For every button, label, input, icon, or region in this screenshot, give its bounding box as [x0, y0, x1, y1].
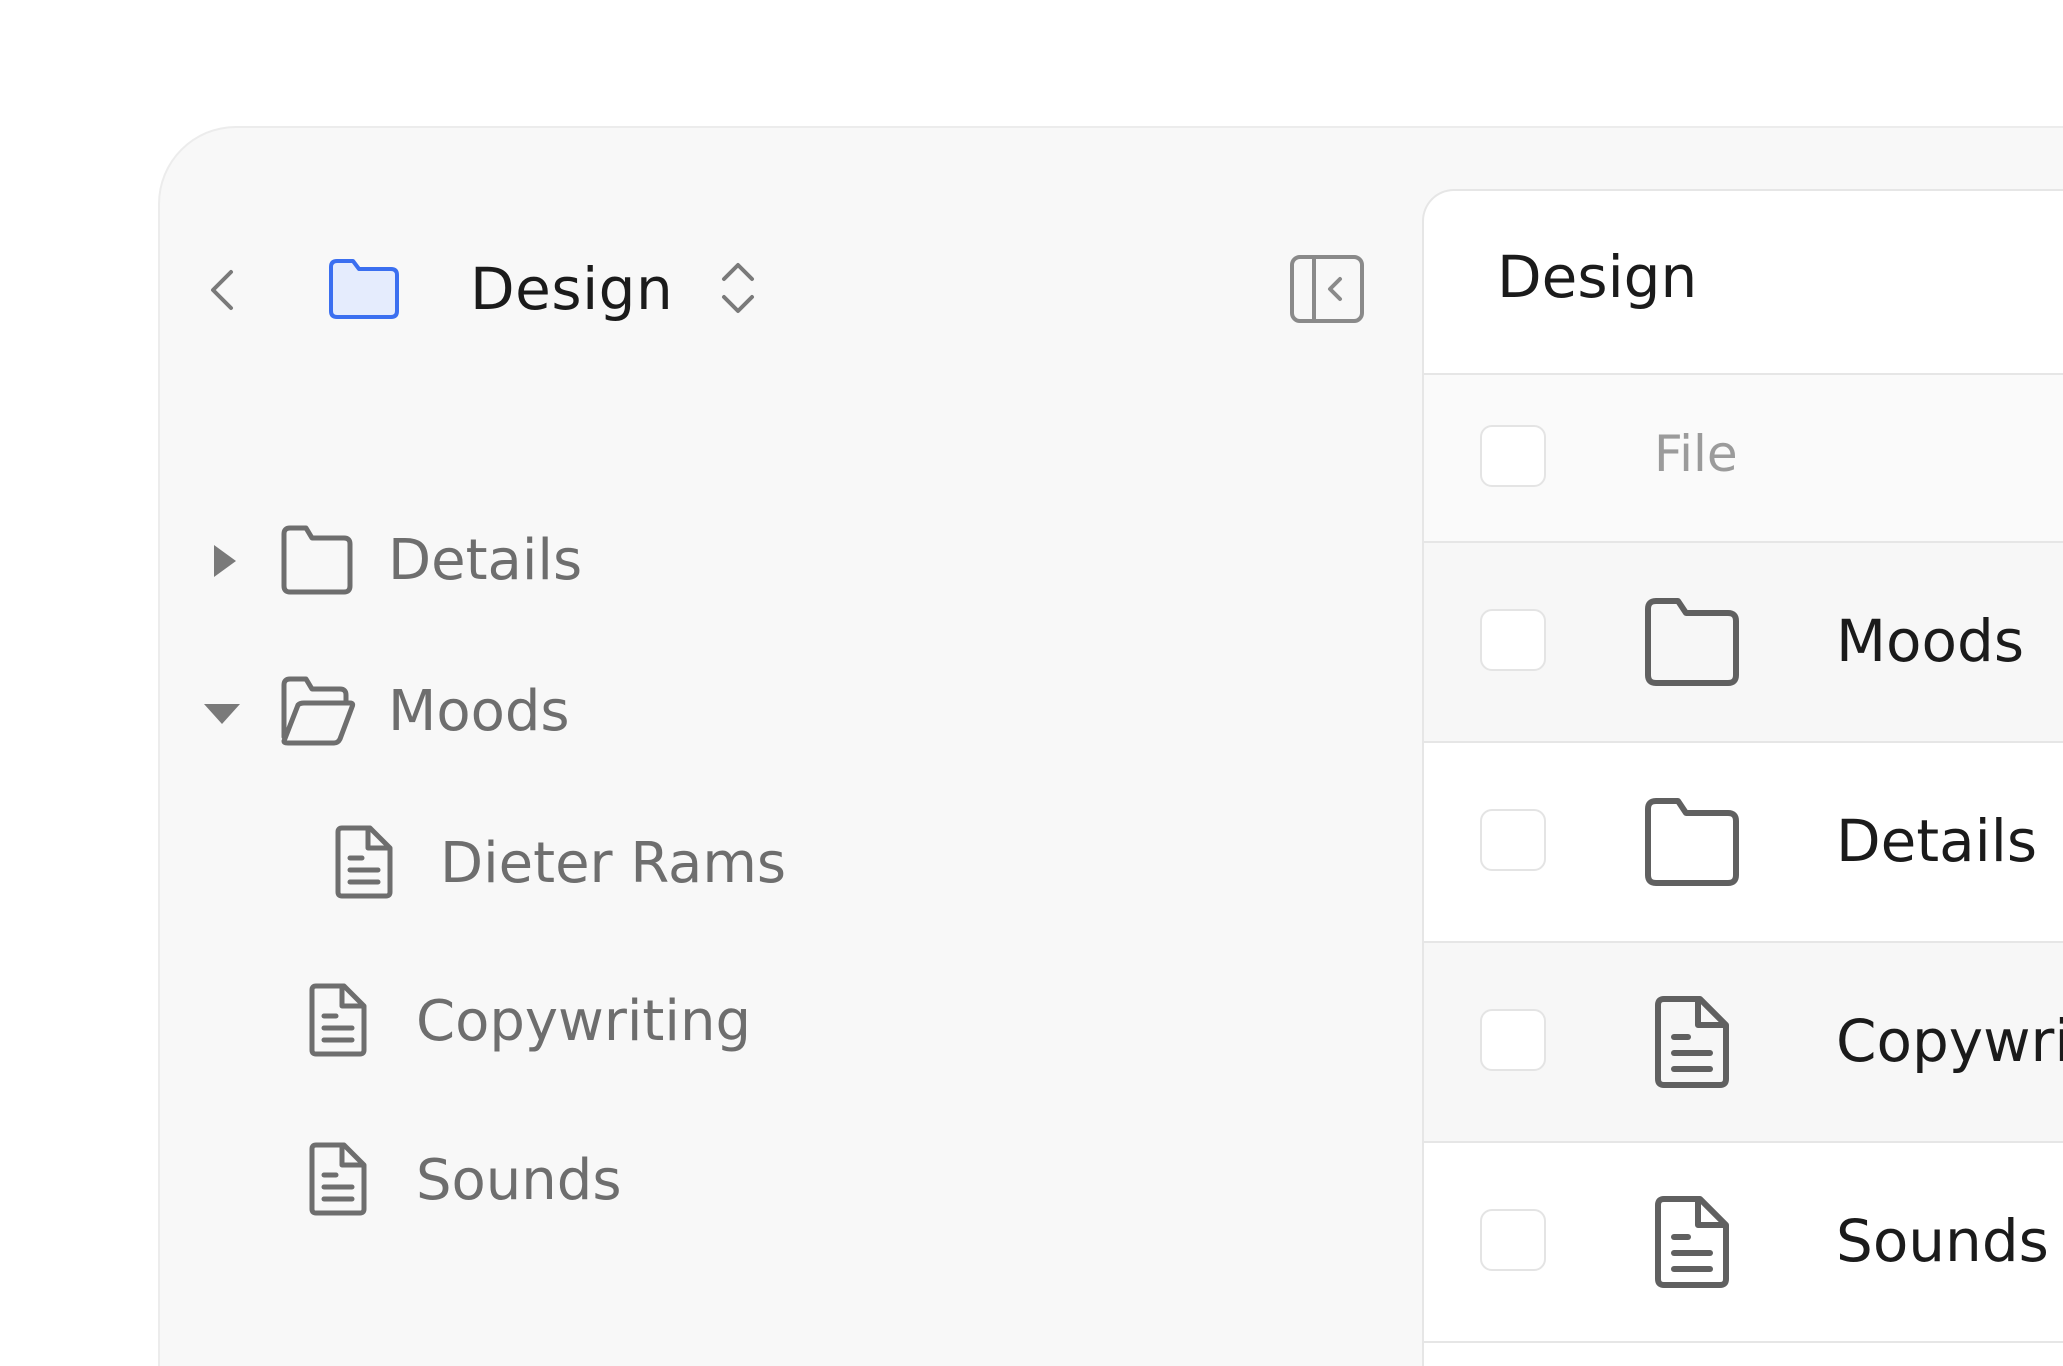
caret-right-icon: [214, 545, 236, 577]
workspace-switcher[interactable]: [716, 255, 760, 321]
row-label: Details: [1836, 807, 2038, 875]
document-icon: [1650, 993, 1734, 1091]
tree-item-label: Copywriting: [416, 989, 751, 1054]
sidebar-collapse-icon: [1290, 255, 1364, 323]
caret-down-icon: [204, 704, 240, 724]
row-label: Sounds: [1836, 1207, 2049, 1275]
table-row-details[interactable]: Details: [1424, 741, 2063, 941]
chevron-up-down-icon: [722, 263, 754, 313]
table-row: [1424, 1341, 2063, 1366]
tree-item-details[interactable]: Details: [160, 507, 1160, 617]
table-header: File: [1424, 375, 2063, 541]
tree-item-dieter-rams[interactable]: Dieter Rams: [160, 810, 1160, 920]
table-row-sounds[interactable]: Sounds: [1424, 1141, 2063, 1341]
folder-icon: [1640, 795, 1744, 891]
chevron-left-icon: [211, 270, 233, 310]
file-panel: Design File Moods Details Copywr Sounds: [1422, 189, 2063, 1366]
table-row-moods[interactable]: Moods: [1424, 541, 2063, 741]
sidebar-collapse-button[interactable]: [1288, 253, 1366, 325]
tree-item-label: Sounds: [416, 1148, 622, 1213]
panel-title: Design: [1497, 243, 1698, 311]
tree-item-sounds[interactable]: Sounds: [160, 1127, 1160, 1237]
row-label: Copywriting: [1836, 1007, 2063, 1075]
sidebar-header: Design: [160, 233, 1422, 343]
expand-caret[interactable]: [200, 539, 244, 583]
row-checkbox[interactable]: [1480, 1009, 1546, 1071]
tree-item-label: Details: [388, 528, 583, 593]
tree-item-copywriting[interactable]: Copywriting: [160, 968, 1160, 1078]
row-label: Moods: [1836, 607, 2025, 675]
workspace-title: Design: [470, 255, 674, 323]
document-icon: [332, 824, 396, 900]
back-button[interactable]: [200, 265, 244, 315]
collapse-caret[interactable]: [200, 690, 244, 734]
row-checkbox[interactable]: [1480, 1209, 1546, 1271]
tree-item-label: Dieter Rams: [440, 831, 787, 896]
select-all-checkbox[interactable]: [1480, 425, 1546, 487]
document-icon: [306, 982, 370, 1058]
document-icon: [306, 1141, 370, 1217]
row-checkbox[interactable]: [1480, 609, 1546, 671]
row-checkbox[interactable]: [1480, 809, 1546, 871]
tree-item-moods[interactable]: Moods: [160, 658, 1160, 768]
folder-icon: [278, 524, 356, 598]
folder-open-icon: [278, 675, 356, 749]
document-icon: [1650, 1193, 1734, 1291]
folder-icon: [1640, 595, 1744, 691]
folder-icon: [325, 257, 403, 321]
column-header-file: File: [1654, 425, 1738, 483]
app-window: Design Details Moods Dieter Rams Copywri…: [158, 126, 2063, 1366]
sidebar: Design Details Moods Dieter Rams Copywri…: [160, 128, 1422, 1366]
tree-item-label: Moods: [388, 679, 570, 744]
table-row-copywriting[interactable]: Copywriting: [1424, 941, 2063, 1141]
